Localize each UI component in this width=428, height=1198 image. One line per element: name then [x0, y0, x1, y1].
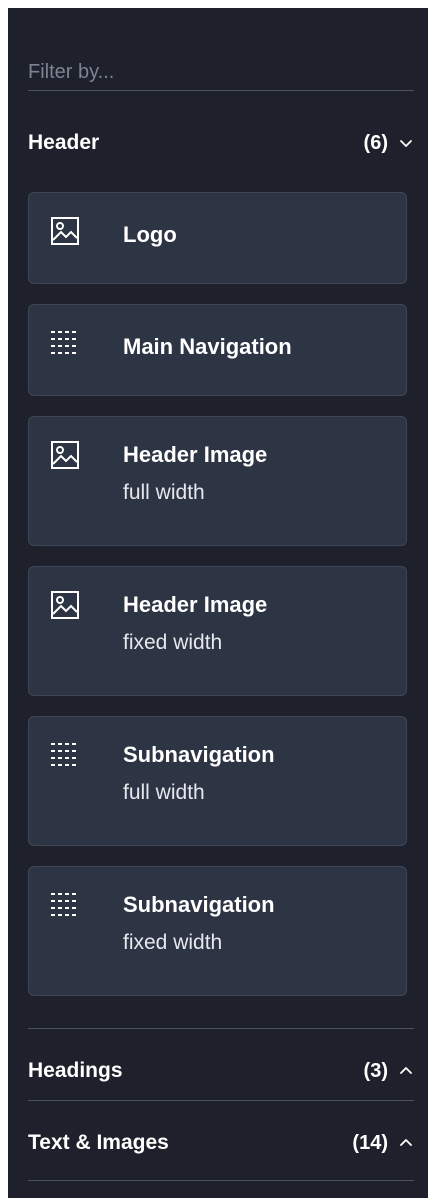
chevron-down-icon — [400, 140, 412, 147]
section-title: Headings — [28, 1059, 123, 1082]
component-library-panel: Header (6) Logo Main Navig — [8, 8, 428, 1198]
section-header-text-images[interactable]: Text & Images (14) — [28, 1116, 414, 1170]
card-title: Subnavigation — [123, 892, 275, 917]
card-text: Subnavigation full width — [123, 741, 275, 807]
component-card-subnavigation-fixed[interactable]: Subnavigation fixed width — [28, 866, 407, 996]
section-count: (3) — [363, 1059, 388, 1082]
card-text: Logo — [123, 221, 177, 249]
card-title: Subnavigation — [123, 742, 275, 767]
card-subtitle: full width — [123, 481, 205, 504]
filter-field — [28, 48, 414, 91]
image-icon — [51, 441, 79, 469]
section-meta: (6) — [364, 132, 414, 155]
section-meta: (3) — [364, 1060, 414, 1083]
component-card-main-navigation[interactable]: Main Navigation — [28, 304, 407, 396]
section-divider — [28, 1028, 414, 1029]
card-text: Header Image full width — [123, 441, 267, 507]
card-text: Main Navigation — [123, 333, 292, 361]
section-divider — [28, 1180, 414, 1181]
card-text: Subnavigation fixed width — [123, 891, 275, 957]
component-card-subnavigation-full[interactable]: Subnavigation full width — [28, 716, 407, 846]
card-text: Header Image fixed width — [123, 591, 267, 657]
component-card-logo[interactable]: Logo — [28, 192, 407, 284]
section-title: Header — [28, 131, 100, 154]
component-card-header-image-full[interactable]: Header Image full width — [28, 416, 407, 546]
grid-dots-icon — [51, 331, 79, 354]
section-count: (6) — [363, 131, 388, 154]
card-subtitle: full width — [123, 781, 205, 804]
section-header-header[interactable]: Header (6) — [28, 116, 414, 170]
filter-input[interactable] — [28, 54, 414, 90]
image-icon — [51, 591, 79, 619]
section-divider — [28, 1100, 414, 1101]
grid-dots-icon — [51, 893, 79, 916]
chevron-up-icon — [400, 1067, 412, 1074]
image-icon — [51, 217, 79, 245]
section-meta: (14) — [352, 1132, 414, 1155]
grid-dots-icon — [51, 743, 79, 766]
card-title: Header Image — [123, 592, 268, 617]
card-title: Main Navigation — [123, 334, 292, 359]
chevron-up-icon — [400, 1139, 412, 1146]
card-title: Logo — [123, 222, 177, 247]
card-subtitle: fixed width — [123, 931, 223, 954]
section-count: (14) — [352, 1131, 388, 1154]
section-header-headings[interactable]: Headings (3) — [28, 1044, 414, 1098]
card-title: Header Image — [123, 442, 268, 467]
card-subtitle: fixed width — [123, 631, 223, 654]
section-title: Text & Images — [28, 1131, 169, 1154]
component-card-header-image-fixed[interactable]: Header Image fixed width — [28, 566, 407, 696]
